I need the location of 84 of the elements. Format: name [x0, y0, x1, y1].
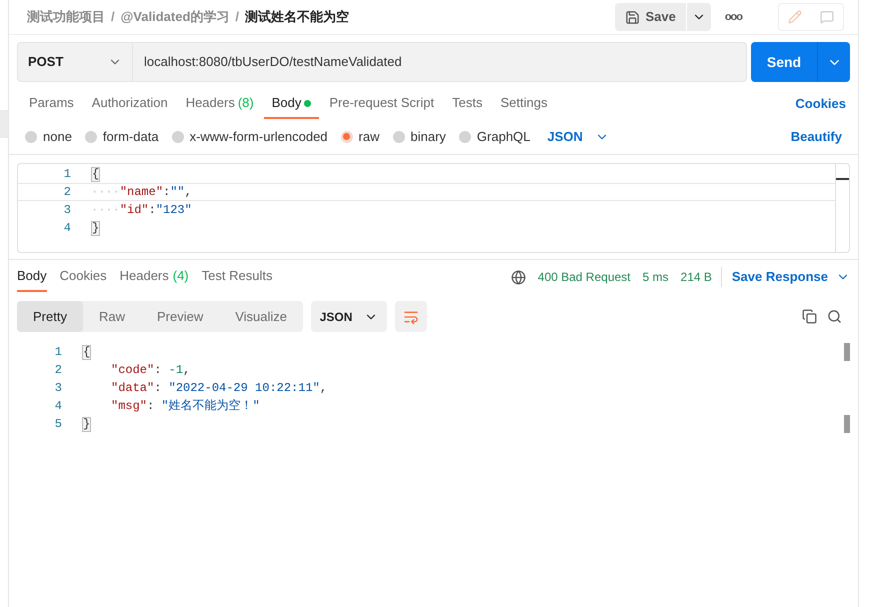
- line-number: 1: [54, 344, 63, 361]
- scrollbar-thumb[interactable]: [836, 178, 849, 180]
- body-type-radio[interactable]: none: [25, 126, 72, 146]
- format-dropdown[interactable]: JSON: [547, 126, 609, 146]
- response-format-dropdown[interactable]: JSON: [311, 301, 388, 332]
- code-token: "code": [111, 362, 154, 379]
- copy-icon: [802, 309, 817, 324]
- breadcrumb-item[interactable]: 测试姓名不能为空: [245, 7, 350, 27]
- request-tab[interactable]: Pre-request Script: [321, 89, 442, 119]
- view-mode-tab[interactable]: Pretty: [17, 301, 83, 332]
- body-type-radio[interactable]: form-data: [84, 126, 159, 146]
- code-token: "msg": [111, 398, 148, 415]
- wrap-button[interactable]: [395, 301, 428, 332]
- breadcrumb-item[interactable]: 测试功能项目: [27, 7, 105, 27]
- request-tab[interactable]: Body: [264, 89, 320, 119]
- code-token: ,: [320, 380, 328, 397]
- line-number: 5: [54, 416, 63, 433]
- method-dropdown[interactable]: POST: [17, 42, 133, 82]
- url-field[interactable]: localhost:8080/tbUserDO/testNameValidated: [133, 42, 747, 82]
- body-type-radio[interactable]: raw: [340, 126, 380, 146]
- beautify-link[interactable]: Beautify: [790, 126, 842, 146]
- response-tab[interactable]: Headers (4): [120, 262, 189, 292]
- code-token: :: [154, 380, 162, 397]
- code-token: "name": [120, 184, 164, 201]
- line-number: 3: [62, 202, 72, 219]
- request-tab[interactable]: Tests: [444, 89, 490, 119]
- breadcrumb-separator: /: [111, 8, 115, 26]
- save-dropdown-button[interactable]: [686, 3, 711, 31]
- save-response-button[interactable]: Save Response: [732, 267, 850, 287]
- code-token: "2022-04-29 10:22:11": [168, 380, 320, 397]
- line-number: 3: [54, 380, 63, 397]
- request-tab[interactable]: Settings: [492, 89, 556, 119]
- brace: {: [91, 166, 100, 182]
- code-token: :: [148, 202, 156, 219]
- globe-icon: [510, 270, 526, 284]
- code-token: -1: [168, 362, 184, 379]
- line-number: 4: [54, 398, 63, 415]
- scrollbar-thumb[interactable]: [844, 343, 850, 361]
- request-tab[interactable]: Params: [21, 89, 82, 119]
- breadcrumb-separator: /: [235, 8, 240, 26]
- request-tab[interactable]: Headers (8): [178, 89, 262, 119]
- more-button[interactable]: ooo: [724, 8, 742, 26]
- request-body-editor[interactable]: 1 { 2 ····"name":"", 3 ····"id":"123" 4 }: [17, 163, 850, 253]
- view-mode-tab[interactable]: Preview: [140, 301, 220, 332]
- code-token: ····: [91, 202, 120, 219]
- response-tab[interactable]: Body: [17, 262, 47, 292]
- code-token: "id": [120, 202, 149, 219]
- code-token: ,: [183, 362, 190, 379]
- body-type-radio[interactable]: binary: [392, 126, 446, 146]
- response-tab[interactable]: Cookies: [60, 262, 107, 292]
- wrap-icon: [403, 308, 420, 324]
- request-tab[interactable]: Authorization: [84, 89, 176, 119]
- code-token: "data": [111, 380, 154, 397]
- view-mode-tab[interactable]: Visualize: [219, 301, 304, 332]
- search-icon: [827, 309, 842, 324]
- cookies-link[interactable]: Cookies: [795, 89, 846, 119]
- brace: }: [82, 416, 92, 432]
- save-icon: [625, 10, 640, 24]
- code-token: :: [163, 184, 170, 201]
- breadcrumb-item[interactable]: @Validated的学习: [120, 7, 230, 27]
- code-token: ····: [91, 184, 120, 201]
- code-token: :: [147, 398, 156, 415]
- response-tab[interactable]: Test Results: [202, 262, 272, 292]
- time-text: 5 ms: [642, 269, 669, 286]
- body-type-radio[interactable]: GraphQL: [458, 126, 530, 146]
- pencil-icon: [788, 10, 802, 24]
- brace: {: [82, 344, 92, 360]
- code-token: "姓名不能为空！": [161, 398, 260, 415]
- comment-icon: [820, 10, 834, 24]
- line-number: 4: [62, 220, 72, 237]
- view-mode-tab[interactable]: Raw: [82, 301, 141, 332]
- line-number: 2: [62, 184, 72, 201]
- size-text: 214 B: [680, 267, 722, 287]
- line-number: 1: [62, 166, 72, 183]
- body-type-radio[interactable]: x-www-form-urlencoded: [172, 126, 328, 146]
- save-button[interactable]: Save: [615, 3, 686, 31]
- code-token: :: [154, 362, 162, 379]
- code-token: "": [170, 184, 185, 201]
- code-token: "123": [156, 202, 192, 219]
- status-text: 400 Bad Request: [538, 269, 631, 286]
- brace: }: [91, 220, 100, 236]
- scrollbar-marker: [844, 415, 850, 433]
- code-token: ,: [184, 184, 192, 201]
- line-number: 2: [54, 362, 63, 379]
